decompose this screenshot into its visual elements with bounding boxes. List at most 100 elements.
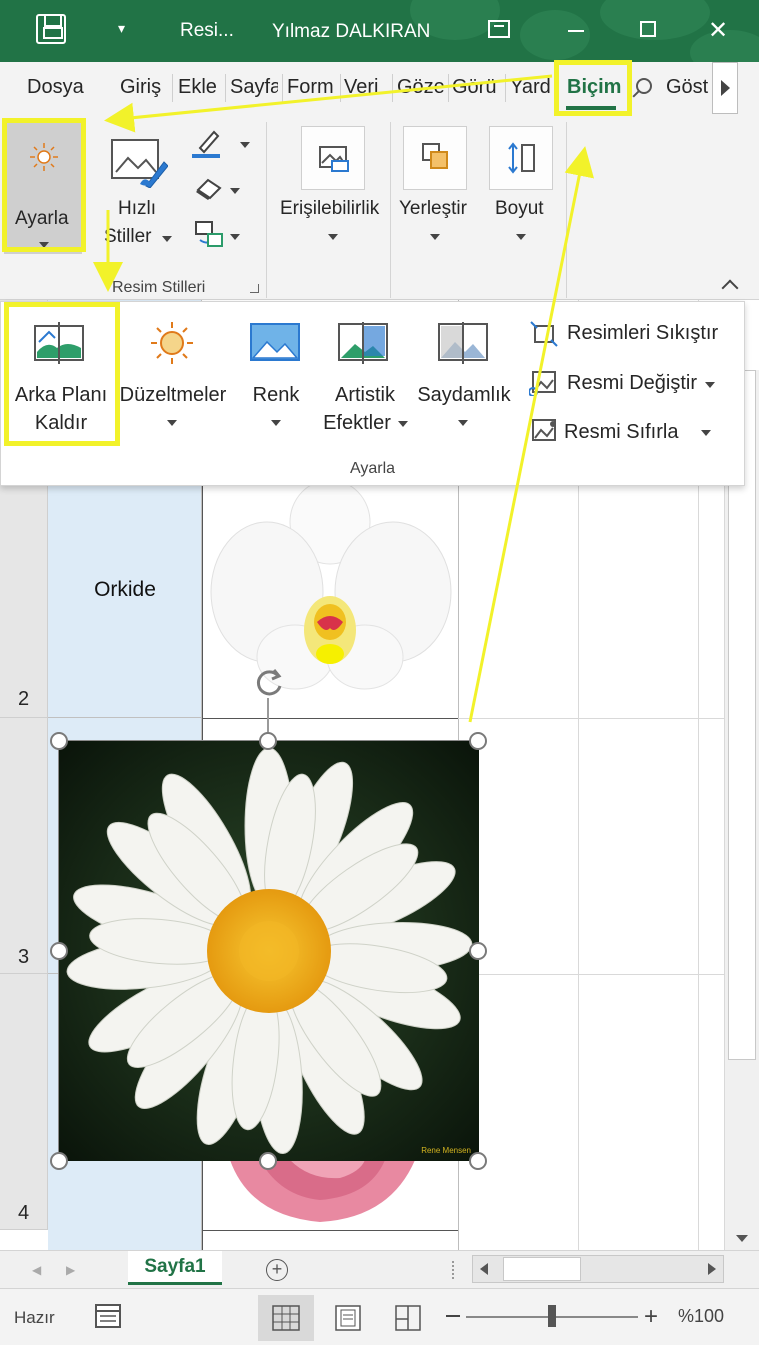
resize-handle-right[interactable] (469, 942, 487, 960)
row-header-3[interactable]: 3 (0, 718, 48, 974)
collapse-ribbon-icon[interactable] (721, 279, 739, 297)
artistic-effects-label-1: Artistik (335, 384, 395, 406)
alt-text-button[interactable] (301, 126, 365, 190)
group-separator (566, 122, 567, 298)
arrange-button[interactable] (403, 126, 467, 190)
corrections-label: Düzeltmeler (119, 384, 227, 406)
quick-styles-icon[interactable] (110, 136, 168, 188)
resize-handle-top-right[interactable] (469, 732, 487, 750)
cell-a2[interactable]: Orkide (48, 460, 202, 718)
tab-gorunum[interactable]: Görü (452, 76, 502, 99)
status-ready: Hazır (14, 1308, 55, 1327)
reset-picture-label[interactable]: Resmi Sıfırla (564, 421, 678, 444)
tab-separator (505, 74, 506, 102)
daisy-image[interactable]: Rene Mensen (58, 740, 479, 1161)
gridline (202, 1230, 458, 1231)
page-layout-icon (335, 1305, 361, 1331)
minimize-icon[interactable] (568, 30, 584, 32)
ribbon-display-options-icon[interactable] (488, 20, 510, 38)
chevron-down-icon (167, 420, 177, 426)
resize-handle-bottom-right[interactable] (469, 1152, 487, 1170)
row-header-4[interactable]: 4 (0, 974, 48, 1230)
picture-layout-icon[interactable] (194, 220, 224, 248)
change-picture-label[interactable]: Resmi Değiştir (567, 372, 697, 395)
status-bar: Hazır + %100 (0, 1288, 759, 1345)
previous-sheet-icon[interactable]: ◀ (32, 1263, 41, 1277)
alt-text-icon (319, 146, 349, 172)
sheet-tab-sayfa1[interactable]: Sayfa1 (128, 1251, 222, 1285)
page-break-view-button[interactable] (380, 1295, 436, 1341)
tab-formuller[interactable]: Form (287, 76, 337, 99)
search-icon[interactable] (636, 78, 652, 94)
horizontal-scroll-thumb[interactable] (503, 1257, 581, 1281)
row-number: 3 (18, 946, 30, 968)
tab-separator (282, 74, 283, 102)
maximize-icon[interactable] (640, 21, 656, 37)
resize-handle-top[interactable] (259, 732, 277, 750)
horizontal-scrollbar[interactable] (472, 1255, 724, 1283)
tab-scroll-right-icon[interactable] (712, 62, 738, 114)
normal-view-button[interactable] (258, 1295, 314, 1341)
zoom-out-icon[interactable] (446, 1315, 460, 1317)
compress-pictures-icon[interactable] (529, 320, 559, 348)
add-sheet-icon[interactable]: + (266, 1259, 288, 1281)
title-bar-decoration (520, 10, 590, 60)
picture-border-icon[interactable] (192, 128, 222, 158)
chevron-down-icon (230, 188, 240, 194)
zoom-level[interactable]: %100 (678, 1306, 724, 1327)
daisy-image-graphic (59, 741, 479, 1161)
scroll-left-icon[interactable] (480, 1263, 488, 1275)
chevron-down-icon (328, 234, 338, 240)
grid-view-icon (272, 1305, 300, 1331)
tab-giris[interactable]: Giriş (120, 76, 161, 99)
tab-yardim[interactable]: Yard (510, 76, 550, 99)
transparency-label: Saydamlık (417, 384, 511, 406)
boyut-label: Boyut (495, 198, 544, 219)
rotate-handle-icon[interactable] (252, 666, 286, 700)
resize-handle-top-left[interactable] (50, 732, 68, 750)
resize-handle-bottom[interactable] (259, 1152, 277, 1170)
tab-dosya[interactable]: Dosya (27, 76, 84, 99)
page-layout-view-button[interactable] (320, 1295, 376, 1341)
tab-ekle[interactable]: Ekle (178, 76, 217, 99)
sheet-tab-bar: ◀ ▶ Sayfa1 + (0, 1250, 759, 1288)
zoom-in-icon[interactable]: + (644, 1303, 658, 1331)
dialog-launcher-icon[interactable] (250, 284, 259, 293)
color-label: Renk (252, 384, 300, 406)
corrections-icon[interactable] (147, 320, 197, 366)
close-icon[interactable]: ✕ (708, 16, 728, 45)
tab-sayfa-duzeni[interactable]: Sayfa (230, 76, 278, 99)
orchid-image[interactable] (205, 482, 455, 700)
scroll-right-icon[interactable] (708, 1263, 716, 1275)
tab-gozden-gecir[interactable]: Göze (397, 76, 445, 99)
color-icon[interactable] (249, 322, 303, 364)
row-number: 2 (18, 688, 30, 710)
ribbon-body: Ayarla Hızlı Stiller Resim Stilleri Eriş… (0, 114, 759, 300)
artistic-effects-icon[interactable] (337, 322, 391, 364)
quick-access-dropdown[interactable]: ▾ (118, 20, 125, 37)
resize-handle-left[interactable] (50, 942, 68, 960)
save-icon[interactable] (36, 14, 66, 44)
page-break-icon (395, 1305, 421, 1331)
resize-handle-bottom-left[interactable] (50, 1152, 68, 1170)
reset-picture-icon[interactable] (529, 416, 559, 444)
zoom-slider-thumb[interactable] (548, 1305, 556, 1327)
picture-effects-icon[interactable] (194, 176, 224, 200)
size-button[interactable] (489, 126, 553, 190)
chevron-down-icon (240, 142, 250, 148)
compress-pictures-label[interactable]: Resimleri Sıkıştır (567, 322, 718, 345)
next-sheet-icon[interactable]: ▶ (66, 1263, 75, 1277)
quick-styles-label-line2: Stiller (104, 226, 152, 247)
ayarla-group-label: Ayarla (349, 460, 396, 477)
row-header-2[interactable]: 2 (0, 460, 48, 718)
transparency-icon[interactable] (437, 322, 491, 364)
tab-goster[interactable]: Göst (666, 76, 712, 99)
scroll-down-icon[interactable] (736, 1235, 748, 1242)
rose-image[interactable] (220, 1160, 420, 1226)
vertical-scrollbar[interactable] (724, 370, 759, 1250)
change-picture-icon[interactable] (529, 368, 559, 396)
accessibility-check-icon[interactable] (94, 1303, 122, 1329)
tab-veri[interactable]: Veri (344, 76, 390, 99)
tab-split-handle[interactable] (452, 1261, 454, 1279)
user-name[interactable]: Yılmaz DALKIRAN (272, 21, 430, 43)
